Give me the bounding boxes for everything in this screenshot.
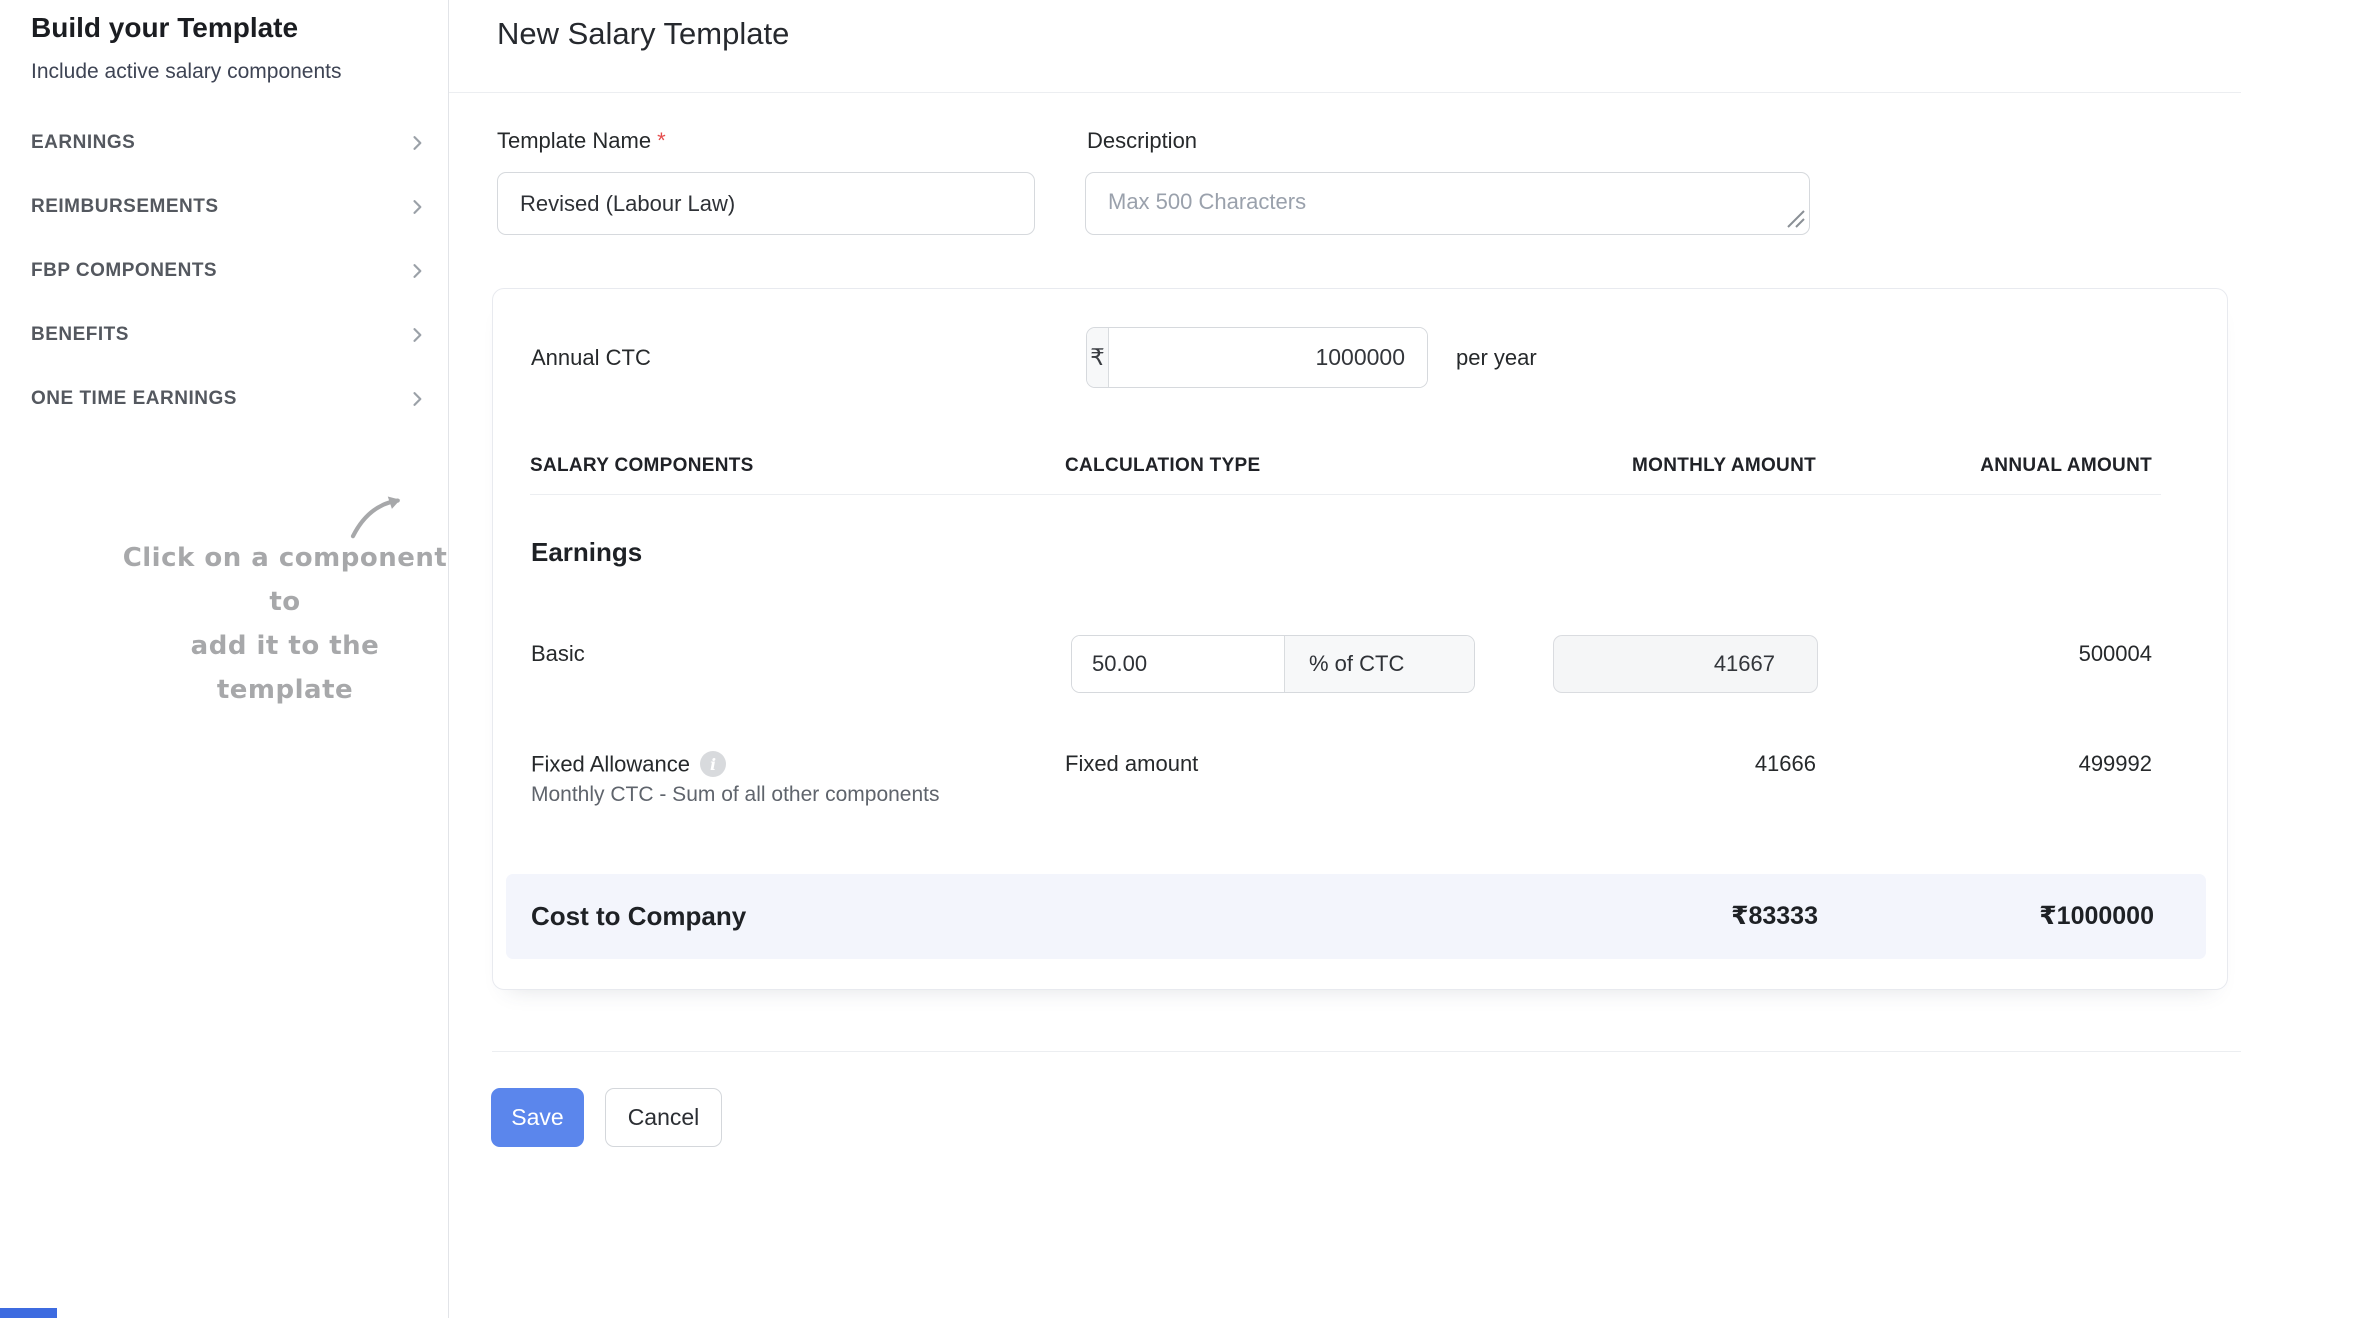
sidebar-item-fbp-components[interactable]: FBP COMPONENTS — [0, 239, 449, 303]
fixed-allowance-monthly-amount: 41666 — [1755, 751, 1816, 777]
chevron-right-icon — [407, 261, 427, 281]
total-annual-amount: ₹1000000 — [2039, 874, 2154, 959]
cost-to-company-row: Cost to Company ₹83333 ₹1000000 — [506, 874, 2206, 959]
template-name-label: Template Name* — [497, 128, 666, 154]
component-sidebar: Build your Template Include active salar… — [0, 0, 449, 1318]
component-name-basic: Basic — [531, 641, 585, 667]
sidebar-title: Build your Template — [31, 12, 298, 44]
basic-calc-unit-select[interactable]: % of CTC — [1284, 636, 1474, 692]
fixed-allowance-calc-type: Fixed amount — [1065, 751, 1198, 777]
chevron-right-icon — [407, 325, 427, 345]
sidebar-item-label: REIMBURSEMENTS — [31, 196, 219, 218]
template-name-input[interactable] — [497, 172, 1035, 235]
col-header-salary-components: SALARY COMPONENTS — [530, 455, 754, 477]
annual-ctc-input-group: ₹ — [1086, 327, 1428, 388]
basic-percentage-input[interactable] — [1072, 636, 1284, 692]
description-label: Description — [1087, 128, 1197, 154]
required-asterisk: * — [657, 128, 666, 153]
chevron-right-icon — [407, 133, 427, 153]
sidebar-item-benefits[interactable]: BENEFITS — [0, 303, 449, 367]
earnings-group-heading: Earnings — [531, 537, 642, 568]
total-monthly-amount: ₹83333 — [1731, 874, 1818, 959]
sidebar-item-one-time-earnings[interactable]: ONE TIME EARNINGS — [0, 367, 449, 431]
sidebar-item-earnings[interactable]: EARNINGS — [0, 111, 449, 175]
footer-divider — [492, 1051, 2241, 1052]
sidebar-item-label: BENEFITS — [31, 324, 129, 346]
sidebar-item-label: ONE TIME EARNINGS — [31, 388, 237, 410]
fixed-allowance-description: Monthly CTC - Sum of all other component… — [531, 783, 940, 807]
main-content: New Salary Template Template Name* Descr… — [449, 0, 2378, 1318]
sidebar-item-label: FBP COMPONENTS — [31, 260, 217, 282]
sidebar-item-label: EARNINGS — [31, 132, 135, 154]
component-category-menu: EARNINGS REIMBURSEMENTS FBP COMPONENTS B… — [0, 111, 449, 431]
sidebar-subtitle: Include active salary components — [31, 60, 342, 84]
cancel-button[interactable]: Cancel — [605, 1088, 722, 1147]
description-textarea[interactable] — [1085, 172, 1810, 235]
table-header-divider — [530, 494, 2161, 495]
col-header-calculation-type: CALCULATION TYPE — [1065, 455, 1261, 477]
save-button[interactable]: Save — [491, 1088, 584, 1147]
per-year-label: per year — [1456, 327, 1537, 388]
chevron-right-icon — [407, 389, 427, 409]
hint-text: Click on a component to add it to the te… — [118, 536, 452, 712]
annual-ctc-label: Annual CTC — [531, 289, 651, 426]
rupee-prefix: ₹ — [1087, 328, 1109, 387]
basic-calculation-group: % of CTC — [1071, 635, 1475, 693]
info-icon[interactable] — [700, 751, 726, 777]
salary-template-card: Annual CTC ₹ per year SALARY COMPONENTS … — [492, 288, 2228, 990]
sidebar-item-reimbursements[interactable]: REIMBURSEMENTS — [0, 175, 449, 239]
hint-line-2: add it to the template — [118, 624, 452, 712]
header-divider — [449, 92, 2241, 93]
chevron-right-icon — [407, 197, 427, 217]
rupee-icon: ₹ — [1090, 344, 1105, 371]
fixed-allowance-annual-amount: 499992 — [2079, 751, 2152, 777]
hint-line-1: Click on a component to — [118, 536, 452, 624]
basic-annual-amount: 500004 — [2079, 641, 2152, 667]
basic-monthly-amount[interactable]: 41667 — [1553, 635, 1818, 693]
annual-ctc-input[interactable] — [1109, 328, 1427, 387]
page-title: New Salary Template — [497, 16, 789, 52]
cost-to-company-label: Cost to Company — [531, 874, 746, 959]
resize-grip-icon[interactable] — [1784, 207, 1806, 229]
bottom-left-accent — [0, 1308, 57, 1318]
component-name-fixed-allowance: Fixed Allowance — [531, 751, 726, 778]
col-header-monthly-amount: MONTHLY AMOUNT — [1632, 455, 1816, 477]
description-field-wrap — [1085, 172, 1810, 235]
col-header-annual-amount: ANNUAL AMOUNT — [1980, 455, 2152, 477]
